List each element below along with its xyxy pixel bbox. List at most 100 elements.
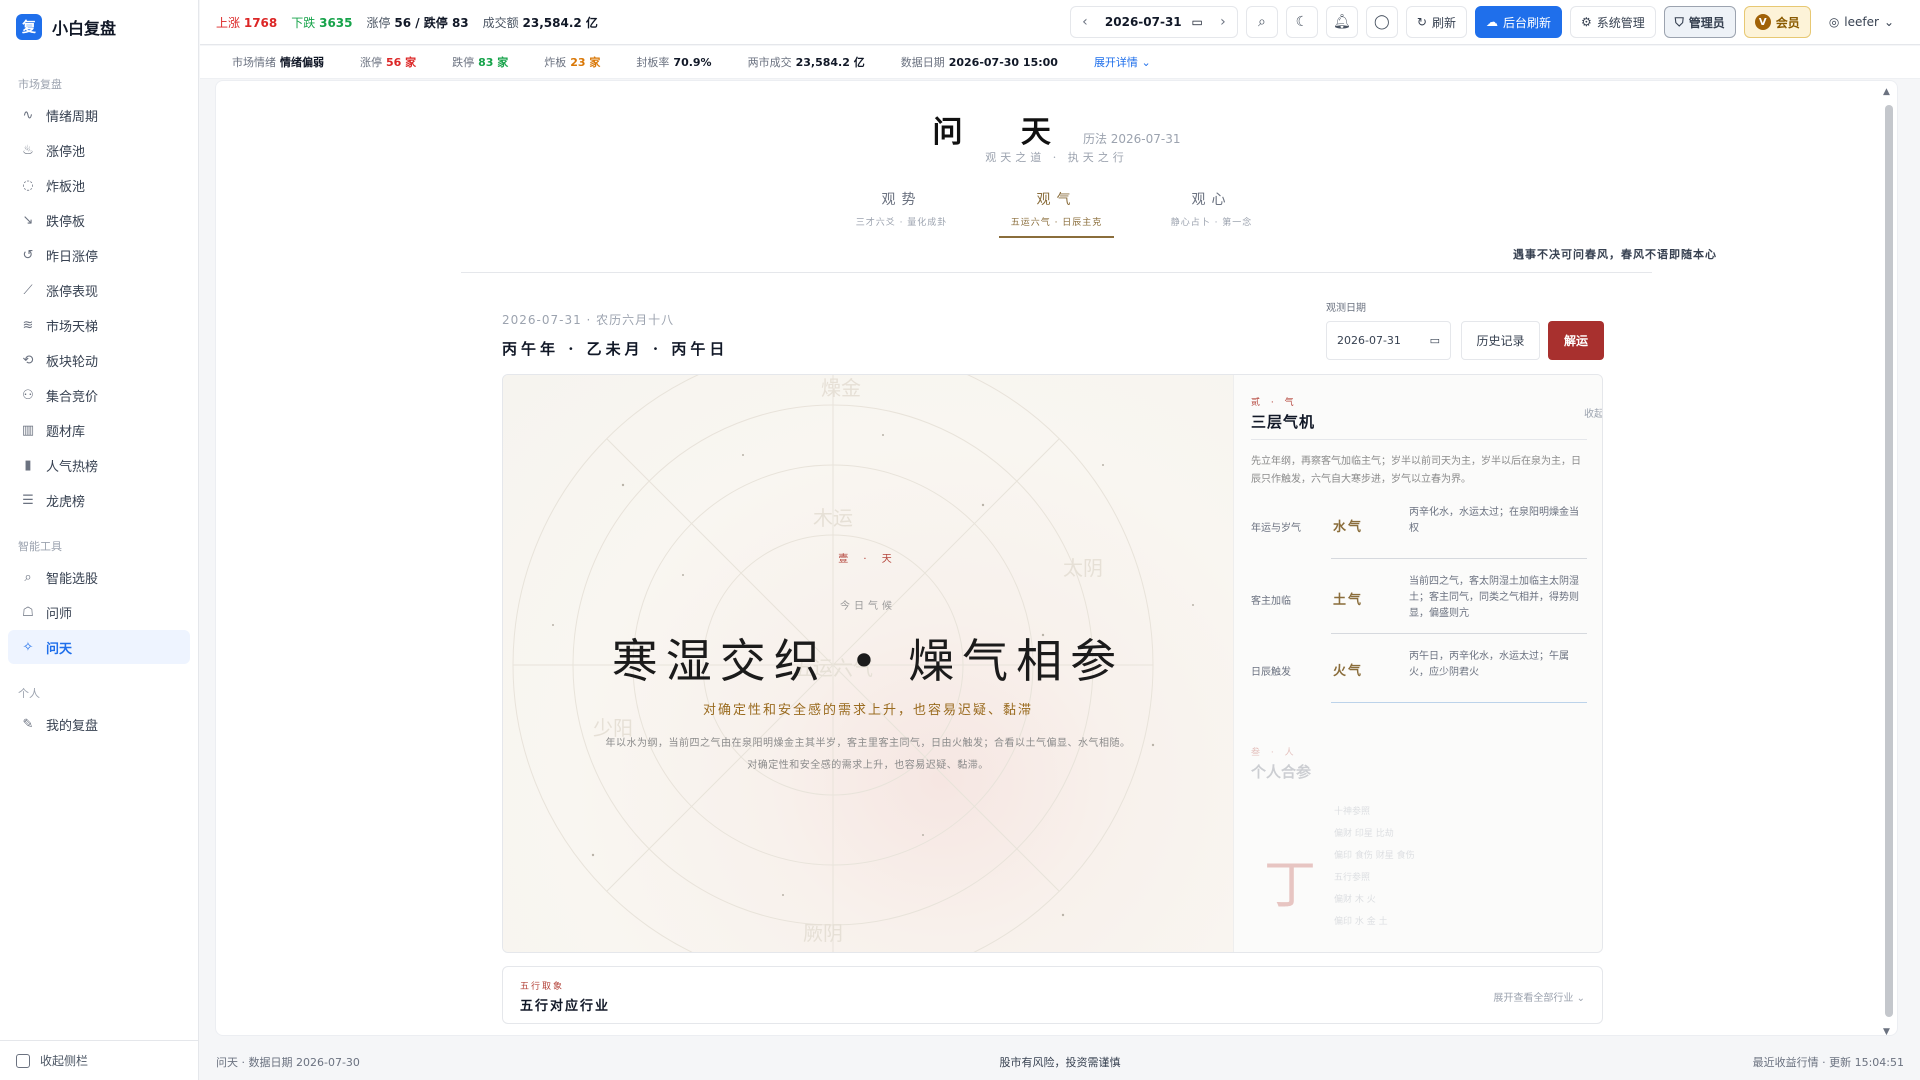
next-day-icon[interactable]: › <box>1209 7 1237 37</box>
main-panel: ▲ ▼ 问 天历法 2026-07-31 观天之道 · 执天之行 观势 三才六爻… <box>215 80 1898 1036</box>
vip-icon: V <box>1754 14 1771 30</box>
collapse-sidebar-button[interactable]: 收起侧栏 <box>0 1040 199 1080</box>
sidebar-item-market-ladder[interactable]: ≋ 市场天梯 <box>8 308 190 342</box>
climate-description: 年以水为纲，当前四之气由在泉阳明燥金主其半岁，客主里客主同气，日由火触发；合看以… <box>605 738 1131 771</box>
search-icon: ⌕ <box>24 569 32 585</box>
layer-qi: 土气 <box>1333 593 1364 608</box>
day-date: 2026-07-31 · 农历六月十八 <box>502 313 675 327</box>
sidebar-item-yesterday-limit[interactable]: ↺ 昨日涨停 <box>8 238 190 272</box>
system-settings-button[interactable]: ⚙ 系统管理 <box>1569 6 1656 38</box>
stat-value: 56 家 <box>386 56 417 69</box>
day-info: 2026-07-31 · 农历六月十八 丙午年 · 乙未月 · 丙午日 <box>502 311 728 359</box>
divider <box>461 272 1652 273</box>
prev-day-icon[interactable]: ‹ <box>1071 7 1099 37</box>
sidebar-item-label: 跌停板 <box>46 214 86 230</box>
observation-date-input[interactable]: 2026-07-31 ▭ <box>1326 321 1451 360</box>
tab-trend[interactable]: 观势 三才六爻 · 量化成卦 <box>844 189 959 238</box>
pulse-icon: ∿ <box>22 107 34 123</box>
sidebar-item-ask-heaven[interactable]: ✧ 问天 <box>8 630 190 664</box>
user-menu[interactable]: ◎ leefer ⌄ <box>1818 6 1904 38</box>
moon-icon: ☾ <box>1295 14 1309 30</box>
sidebar: 复 小白复盘 市场复盘 ∿ 情绪周期 ♨ 涨停池 ◌ 炸板池 ↘ 跌停板 ↺ 昨日涨停 ⟋… <box>0 0 199 1080</box>
sidebar-item-limit-performance[interactable]: ⟋ 涨停表现 <box>8 273 190 307</box>
expand-details-link[interactable]: 展开详情 ⌄ <box>1094 54 1151 70</box>
panel-intro: 先立年纲，再察客气加临主气；岁半以前司天为主，岁半以后在泉为主，日辰只作触发，六… <box>1251 456 1581 485</box>
sidebar-item-label: 龙虎榜 <box>46 494 86 510</box>
topbar: 上涨 1768 下跌 3635 涨停 56 / 跌停 83 成交额 23,584… <box>200 0 1920 45</box>
divider <box>1251 439 1587 440</box>
footer-right: 最近收益行情 · 更新 15:04:51 <box>1752 1056 1904 1069</box>
grid-line: 偏财 木 火 <box>1334 895 1376 905</box>
date-navigator: ‹ 2026-07-31 ▭ › <box>1069 6 1238 38</box>
stat-mood: 市场情绪 情绪偏弱 <box>232 54 324 70</box>
notifications-button[interactable]: 🔔︎ <box>1325 6 1358 38</box>
auction-icon: ⚇ <box>22 387 34 403</box>
sidebar-item-label: 智能选股 <box>46 571 99 587</box>
chat-icon: ☖ <box>22 604 34 620</box>
notebook-icon: ✎ <box>22 716 34 732</box>
limit-label: 涨停 <box>366 15 391 30</box>
search-button[interactable]: ⌕ <box>1245 6 1278 38</box>
layer-desc: 丙辛化水，水运太过；在泉阳明燥金当权 <box>1409 507 1579 534</box>
three-layer-panel: 贰 · 气 三层气机 收起 先立年纲，再察客气加临主气；岁半以前司天为主，岁半以… <box>1233 375 1602 952</box>
stat-value: 70.9% <box>673 56 712 69</box>
stat-value: 情绪偏弱 <box>280 56 324 69</box>
date-picker[interactable]: 2026-07-31 ▭ <box>1099 15 1209 29</box>
section-title: 个人合参 <box>1251 763 1312 781</box>
history-button[interactable]: 历史记录 <box>1461 321 1540 360</box>
vip-label: 会员 <box>1775 15 1800 30</box>
footer: 问天 · 数据日期 2026-07-30 股市有风险，投资需谨慎 最近收益行情 … <box>200 1044 1920 1080</box>
scroll-up-icon[interactable]: ▲ <box>1883 87 1890 97</box>
brand[interactable]: 复 小白复盘 <box>0 0 198 54</box>
layers-icon: ≋ <box>22 317 34 333</box>
nav-group-label: 智能工具 <box>18 540 62 553</box>
section-kicker: 叁 · 人 <box>1251 748 1298 758</box>
sidebar-item-limit-down[interactable]: ↘ 跌停板 <box>8 203 190 237</box>
sidebar-item-sector-rotation[interactable]: ⟲ 板块轮动 <box>8 343 190 377</box>
theme-toggle-button[interactable]: ☾ <box>1285 6 1318 38</box>
scroll-thumb[interactable] <box>1885 105 1893 1017</box>
panel-collapse-button[interactable]: 收起 <box>1584 405 1602 420</box>
tab-qi[interactable]: 观气 五运六气 · 日辰主克 <box>999 189 1114 238</box>
admin-badge[interactable]: ⛉ 管理员 <box>1663 6 1736 38</box>
flame-icon: ♨ <box>22 142 34 158</box>
observation-date-label: 观测日期 <box>1326 303 1366 314</box>
stat-value: 23,584.2 亿 <box>795 56 865 69</box>
expand-industries-button[interactable]: 展开查看全部行业 ⌄ <box>1493 989 1585 1004</box>
sidebar-item-broken-pool[interactable]: ◌ 炸板池 <box>8 168 190 202</box>
stat-limitdown: 跌停 83 家 <box>452 54 508 70</box>
messages-button[interactable]: ◯ <box>1365 6 1398 38</box>
decode-button[interactable]: 解运 <box>1548 321 1604 360</box>
ganzhi-text: 丙午年 · 乙未月 · 丙午日 <box>502 340 729 358</box>
refresh-button[interactable]: ↻ 刷新 <box>1405 6 1467 38</box>
sidebar-item-call-auction[interactable]: ⚇ 集合竞价 <box>8 378 190 412</box>
sidebar-item-label: 炸板池 <box>46 179 86 195</box>
sidebar-item-hot-list[interactable]: ▮ 人气热榜 <box>8 448 190 482</box>
panel-title: 三层气机 <box>1251 413 1316 431</box>
sidebar-item-smart-pick[interactable]: ⌕ 智能选股 <box>8 560 190 594</box>
background-refresh-button[interactable]: ☁ 后台刷新 <box>1474 6 1562 38</box>
scroll-down-icon[interactable]: ▼ <box>1883 1027 1890 1035</box>
calendar-icon: ▭ <box>1429 334 1440 347</box>
sidebar-item-mood-cycle[interactable]: ∿ 情绪周期 <box>8 98 190 132</box>
tab-heart[interactable]: 观心 静心占卜 · 第一念 <box>1154 189 1269 238</box>
footer-left: 问天 · 数据日期 2026-07-30 <box>216 1056 360 1069</box>
sidebar-item-limit-up-pool[interactable]: ♨ 涨停池 <box>8 133 190 167</box>
down-count: 3635 <box>319 15 353 30</box>
sidebar-item-theme-library[interactable]: ▥ 题材库 <box>8 413 190 447</box>
stat-broken: 炸板 23 家 <box>544 54 600 70</box>
trend-down-icon: ↘ <box>22 212 34 228</box>
sidebar-item-ask-master[interactable]: ☖ 问师 <box>8 595 190 629</box>
calendar-date: 历法 2026-07-31 <box>1082 132 1181 146</box>
market-ticker: 上涨 1768 下跌 3635 涨停 56 / 跌停 83 成交额 23,584… <box>216 14 598 31</box>
stat-limitup: 涨停 56 家 <box>360 54 416 70</box>
layer-desc: 当前四之气，客太阴湿土加临主太阴湿土；客主同气，同类之气相并，得势则显，偏盛则亢 <box>1409 576 1579 619</box>
sidebar-item-dragon-tiger[interactable]: ☰ 龙虎榜 <box>8 483 190 517</box>
sidebar-item-label: 涨停池 <box>46 144 86 160</box>
sidebar-item-my-review[interactable]: ✎ 我的复盘 <box>8 707 190 741</box>
nav-group-label: 市场复盘 <box>18 78 62 91</box>
grid-line: 偏财 印星 比劫 <box>1334 829 1394 839</box>
sidebar-item-label: 昨日涨停 <box>46 249 99 265</box>
industry-title: 五行对应行业 <box>520 999 611 1014</box>
vip-badge[interactable]: V 会员 <box>1743 6 1811 38</box>
